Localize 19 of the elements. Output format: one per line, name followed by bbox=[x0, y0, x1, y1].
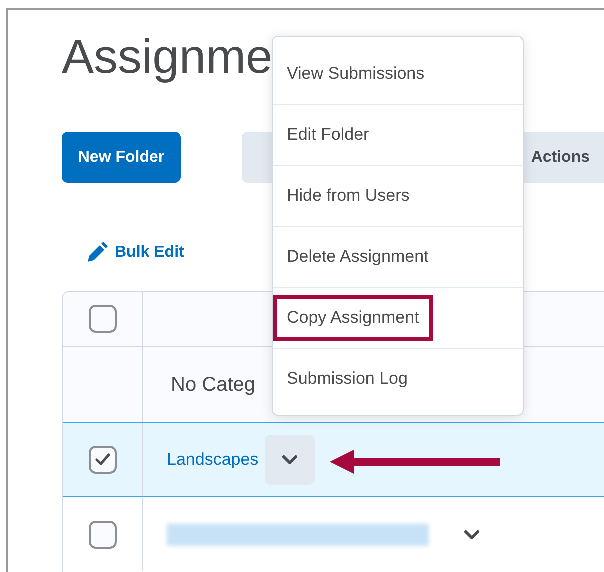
assignment-link[interactable]: Landscapes bbox=[167, 446, 259, 472]
bulk-edit-link[interactable]: Bulk Edit bbox=[115, 241, 184, 265]
pencil-icon bbox=[85, 241, 109, 265]
menu-item[interactable]: View Submissions bbox=[287, 60, 425, 86]
checkmark-icon bbox=[94, 452, 110, 467]
category-heading: No Categ bbox=[171, 372, 256, 398]
chevron-down-icon bbox=[463, 528, 481, 541]
menu-item[interactable]: Delete Assignment bbox=[287, 244, 429, 270]
menu-item[interactable]: Hide from Users bbox=[287, 183, 410, 209]
checkbox[interactable] bbox=[88, 446, 116, 474]
checkbox[interactable] bbox=[88, 305, 116, 334]
menu-item[interactable]: Edit Folder bbox=[287, 122, 370, 148]
new-folder-button[interactable]: New Folder bbox=[62, 132, 181, 183]
menu-item[interactable]: Submission Log bbox=[287, 366, 408, 392]
menu-item[interactable]: Copy Assignment bbox=[273, 295, 434, 341]
checkbox[interactable] bbox=[88, 520, 116, 549]
page-title: Assignme bbox=[62, 30, 273, 86]
chevron-down-icon bbox=[280, 454, 299, 466]
dropdown-button[interactable] bbox=[264, 434, 315, 485]
